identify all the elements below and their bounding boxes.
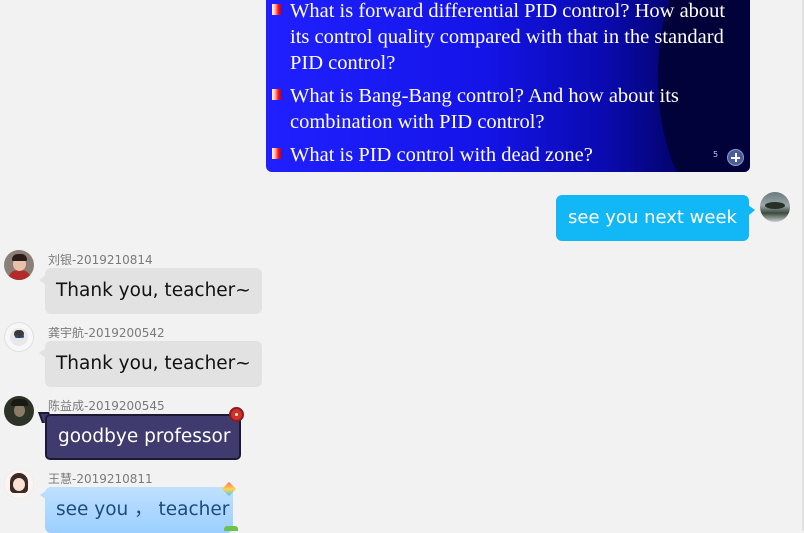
avatar[interactable] [4, 469, 34, 499]
slide-bullet: What is forward differential PID control… [272, 0, 732, 76]
avatar[interactable] [4, 396, 34, 426]
bubble-tail [748, 205, 755, 216]
message-bubble[interactable]: Thank you, teacher~ [45, 268, 262, 314]
outgoing-message-bubble[interactable]: see you next week [556, 195, 749, 241]
bullet-icon [272, 89, 281, 100]
sender-name: 王慧-2019210811 [48, 472, 153, 486]
grass-decoration-icon [224, 526, 238, 531]
slide-bullet-list: What is forward differential PID control… [272, 0, 732, 172]
sender-name: 陈益成-2019200545 [48, 399, 165, 413]
sender-name: 龚宇航-2019200542 [48, 326, 165, 340]
slide-bullet-text: What is forward differential PID control… [290, 0, 726, 74]
message-bubble[interactable]: goodbye professor [45, 414, 241, 460]
slide-page-number: 5 [713, 150, 719, 159]
slide-bullet-text: What is PID control with dead zone? [290, 144, 593, 166]
zoom-in-icon[interactable] [727, 149, 744, 166]
avatar[interactable] [4, 250, 34, 280]
slide-image-message[interactable]: What is forward differential PID control… [266, 0, 750, 172]
avatar[interactable] [4, 322, 34, 352]
bullet-icon [272, 4, 281, 15]
slide-bullet: What is PID control with dead zone? [272, 142, 732, 168]
slide-bullet-text: What is Bang-Bang control? And how about… [290, 85, 679, 133]
message-bubble[interactable]: Thank you, teacher~ [45, 341, 262, 387]
slide-bullet: What is Bang-Bang control? And how about… [272, 83, 732, 135]
sender-name: 刘银-2019210814 [48, 253, 153, 267]
message-bubble[interactable]: see you ， teacher [45, 487, 233, 533]
self-avatar[interactable] [760, 192, 790, 222]
bullet-icon [272, 148, 281, 159]
flower-decoration-icon [231, 409, 242, 420]
